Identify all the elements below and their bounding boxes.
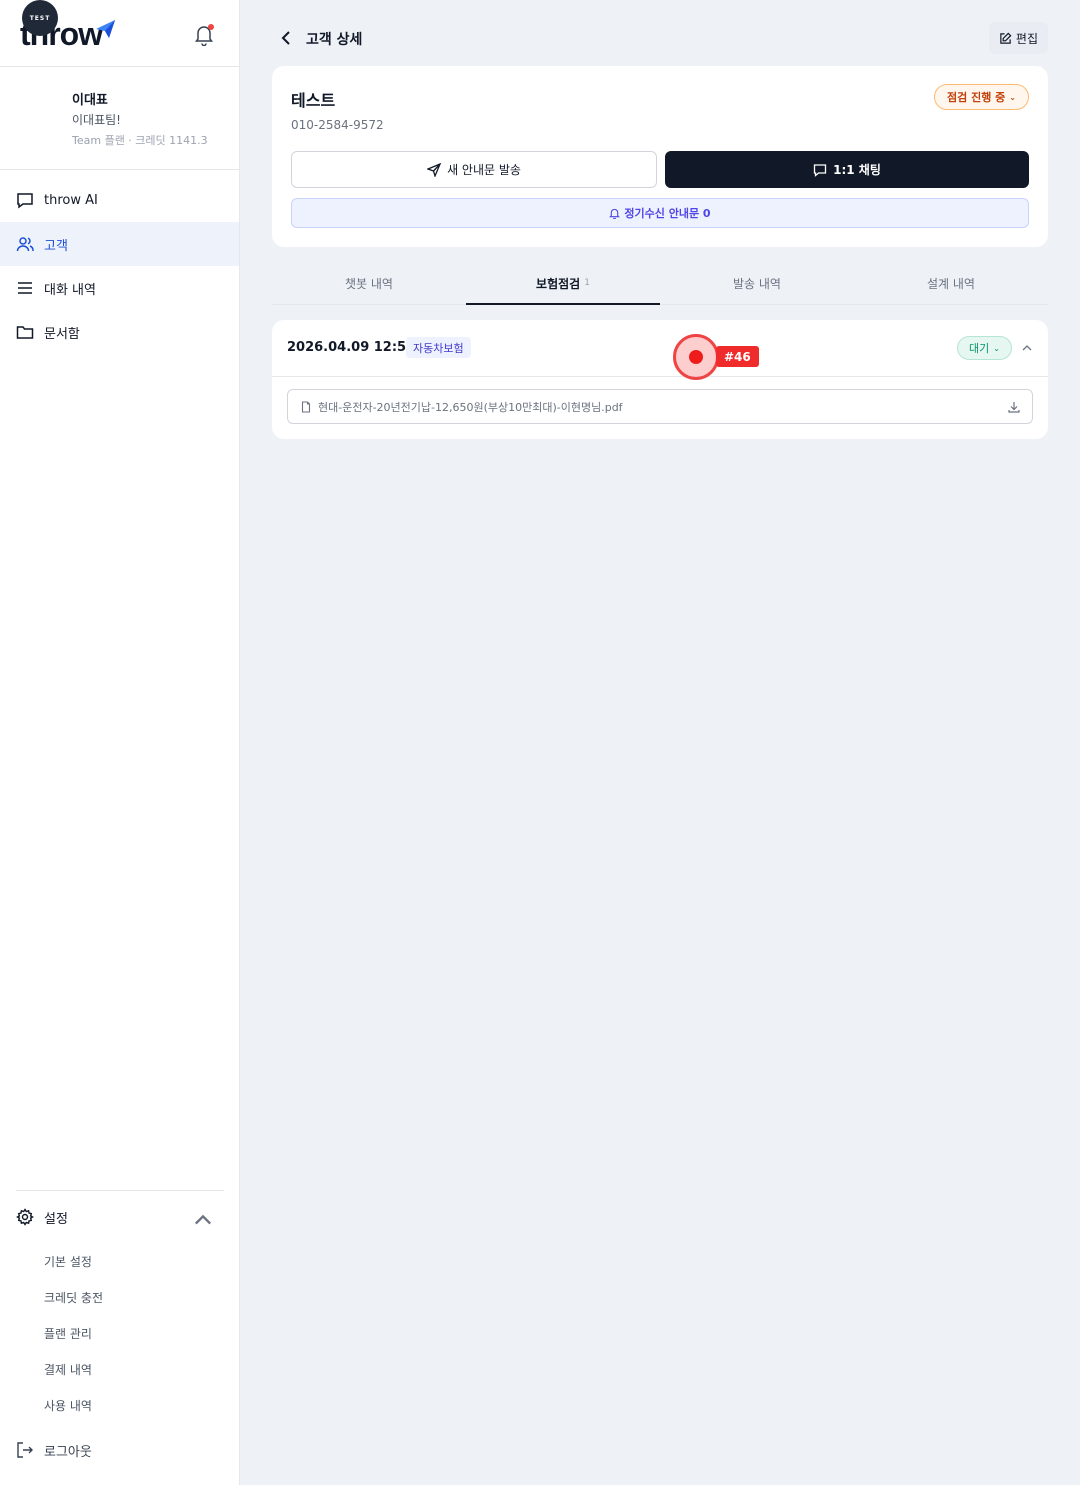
settings-label: 설정 [44,1211,68,1227]
tab-send-history[interactable]: 발송 내역 [660,262,854,304]
tab-label: 보험점검 [536,276,581,291]
nav-item-label: throw AI [44,192,98,208]
chat-bubble-icon [17,193,33,209]
edit-icon [1000,32,1012,44]
main-content: 고객 상세 편집 테스트 010-2584-9572 점검 진행 중 ⌄ 새 안… [240,0,1080,1485]
send-notice-label: 새 안내문 발송 [447,163,521,177]
chat-label: 1:1 채팅 [833,163,881,177]
nav-item-throw-ai[interactable]: throw AI [0,178,239,222]
tab-design-history[interactable]: 설계 내역 [854,262,1048,304]
tab-count: 1 [584,278,590,288]
subscription-notice-label: 정기수신 안내문 0 [624,207,711,220]
profile-plan-credit: Team 플랜 · 크레딧 1141.3 [72,134,208,147]
tab-chatbot-history[interactable]: 챗봇 내역 [272,262,466,304]
detail-tabs: 챗봇 내역 보험점검 1 발송 내역 설계 내역 [272,262,1048,305]
customer-phone: 010-2584-9572 [291,118,384,132]
tab-label: 챗봇 내역 [345,276,393,291]
profile-team: 이대표팀! [72,113,121,127]
main-nav: throw AI 고객 대화 내역 문서함 [0,170,239,354]
attached-file[interactable]: 현대-운전자-20년전기납-12,650원(부상10만최대)-이현명님.pdf [287,389,1033,424]
click-marker [673,334,719,380]
settings-item-payments[interactable]: 결제 내역 [0,1351,240,1387]
chat-button[interactable]: 1:1 채팅 [665,151,1029,188]
unread-dot [208,24,214,30]
settings-item-usage[interactable]: 사용 내역 [0,1387,240,1423]
send-icon [427,162,442,177]
avatar: TEST [22,0,58,36]
notification-button[interactable] [194,24,214,47]
subscription-notice-button[interactable]: 정기수신 안내문 0 [291,198,1029,228]
record-status-dropdown[interactable]: 대기 ⌄ [957,336,1012,360]
settings-item-basic[interactable]: 기본 설정 [0,1243,240,1279]
review-record-card: 2026.04.09 12:58 자동차보험 대기 ⌄ 현대-운전자-20년전기… [272,320,1048,439]
folder-icon [16,326,34,339]
settings-item-credit-charge[interactable]: 크레딧 충전 [0,1279,240,1315]
logout-label: 로그아웃 [44,1444,92,1460]
profile-section[interactable]: TEST 이대표 이대표팀! Team 플랜 · 크레딧 1141.3 [0,0,239,170]
users-icon [16,237,34,252]
edit-label: 편집 [1015,31,1038,46]
settings-item-plan[interactable]: 플랜 관리 [0,1315,240,1351]
back-arrow-icon[interactable] [276,28,296,48]
logout-icon [17,1442,33,1458]
customer-status-dropdown[interactable]: 점검 진행 중 ⌄ [934,84,1029,110]
record-datetime: 2026.04.09 12:58 [287,340,416,355]
settings-section: 설정 기본 설정 크레딧 충전 플랜 관리 결제 내역 사용 내역 로그아웃 [0,1190,240,1485]
customer-name: 테스트 [291,91,336,110]
bell-icon [609,208,621,219]
status-label: 점검 진행 중 [947,91,1006,104]
page-title: 고객 상세 [306,32,363,48]
nav-item-label: 고객 [44,238,68,254]
file-icon [301,400,311,413]
record-status-label: 대기 [969,342,990,355]
profile-name: 이대표 [72,93,108,108]
tab-label: 설계 내역 [927,276,975,291]
settings-toggle[interactable]: 설정 [0,1191,240,1243]
edit-button[interactable]: 편집 [988,22,1048,54]
page-header: 고객 상세 편집 [272,22,1048,54]
click-marker-label: #46 [716,346,759,367]
tab-label: 발송 내역 [733,276,781,291]
click-marker-dot [689,350,703,364]
nav-item-conversations[interactable]: 대화 내역 [0,266,239,310]
paper-plane-icon [96,20,115,38]
chat-bubble-icon [813,163,827,177]
chevron-down-icon: ⌄ [993,343,1000,353]
file-name: 현대-운전자-20년전기납-12,650원(부상10만최대)-이현명님.pdf [318,400,623,414]
sidebar: throw TEST 이대표 이대표팀! Team 플랜 · 크레딧 1141.… [0,0,240,1485]
send-notice-button[interactable]: 새 안내문 발송 [291,151,657,188]
chevron-up-icon [194,1214,212,1225]
gear-icon [16,1208,34,1226]
chevron-down-icon: ⌄ [1009,92,1016,102]
menu-lines-icon [18,282,32,294]
record-header[interactable]: 2026.04.09 12:58 자동차보험 대기 ⌄ [272,320,1048,377]
nav-item-documents[interactable]: 문서함 [0,310,239,354]
download-icon[interactable] [1007,400,1021,414]
tab-insurance-review[interactable]: 보험점검 1 [466,262,660,305]
insurance-type-badge: 자동차보험 [406,337,471,358]
logout-button[interactable]: 로그아웃 [0,1427,240,1473]
customer-card: 테스트 010-2584-9572 점검 진행 중 ⌄ 새 안내문 발송 1:1… [272,66,1048,247]
nav-item-customers[interactable]: 고객 [0,222,239,266]
nav-item-label: 대화 내역 [44,282,96,298]
nav-item-label: 문서함 [44,326,80,342]
chevron-up-icon[interactable] [1021,342,1033,354]
